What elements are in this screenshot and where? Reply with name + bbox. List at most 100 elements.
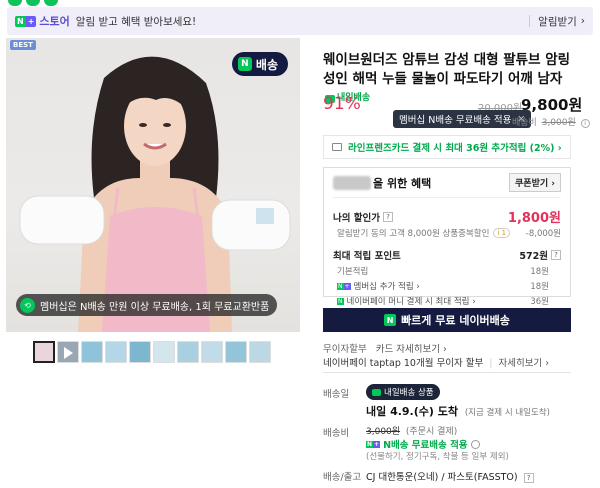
free-shipping-applied: N + N배송 무료배송 적용 [366, 437, 480, 451]
info-icon[interactable] [470, 439, 480, 449]
taptap-details-link[interactable]: 자세히보기 › [498, 358, 549, 369]
my-discount-label: 나의 할인가 [333, 212, 381, 224]
subscribe-alerts-button[interactable]: 알림받기 › [529, 14, 585, 29]
notification-message: 알림 받고 혜택 받아보세요! [75, 15, 197, 28]
benefits-title: 을 위한 혜택 [373, 176, 432, 190]
points-row: 최대 적립 포인트 572원 ? [333, 248, 561, 262]
taptap-row: 네이버페이 taptap 10개월 무이자 할부 | 자세히보기 › [323, 355, 549, 369]
thumbnail-7[interactable] [177, 341, 199, 363]
alert-discount-label: 알림받기 동의 고객 8,000원 상품중복할인 [337, 229, 490, 239]
basic-points-value: 18원 [530, 267, 549, 277]
shipping-fee-label: 배송비 [512, 118, 537, 128]
thumbnail-1[interactable] [33, 341, 55, 363]
delivery-date: 내일 4.9.(수) 도착 (지금 결제 시 내일도착) [366, 403, 550, 419]
product-photo [19, 56, 291, 332]
shipping-fee-struck: 3,000원 [541, 118, 576, 128]
benefits-header: 을 위한 혜택 쿠폰받기 › [333, 168, 561, 198]
truck-icon [372, 388, 381, 396]
shipping-fee-note: (주문시 결제) [405, 427, 458, 437]
courier-label: 배송/출고 [323, 472, 362, 483]
n-delivery-label: 배송 [255, 57, 278, 72]
divider: | [489, 358, 493, 369]
help-icon[interactable]: ? [383, 211, 394, 222]
thumbnail-6[interactable] [153, 341, 175, 363]
points-value: 572원 [519, 251, 548, 262]
product-main-image[interactable]: BEST N 배송 ⟲ 멤버십은 N배송 만원 이상 무료배송, 1회 무료교환… [6, 38, 300, 332]
naver-plus-icon: N + [366, 440, 381, 448]
courier-info: CJ 대한통운(오네) / 파스토(FASSTO) ? [366, 469, 534, 483]
basic-points-label: 기본적립 [337, 267, 369, 277]
courier-text: CJ 대한통운(오네) / 파스토(FASSTO) [366, 472, 518, 483]
subscribe-label: 알림받기 [538, 15, 577, 28]
video-thumbnail[interactable] [57, 341, 79, 363]
thumbnail-10[interactable] [249, 341, 271, 363]
money-points-value: 36원 [530, 297, 549, 307]
help-icon[interactable]: ? [523, 473, 534, 483]
money-points-label: 네이버페이 머니 결제 시 최대 적립 › [346, 297, 476, 307]
naver-delivery-buy-button[interactable]: N 빠르게 무료 네이버배송 [323, 308, 571, 332]
benefits-box: 을 위한 혜택 쿠폰받기 › 나의 할인가 ? 1,800원 알림받기 동의 고… [323, 167, 571, 307]
thumbnail-4[interactable] [105, 341, 127, 363]
naver-pay-icon: N [337, 297, 344, 305]
shipping-fee-label: 배송비 [323, 428, 350, 439]
n-logo-icon: N [384, 314, 397, 326]
card-offer-text: 라인프렌즈카드 결제 시 최대 36원 추가적립 (2%) › [348, 143, 562, 154]
tomorrow-pill-label: 내일배송 상품 [384, 388, 434, 398]
tomorrow-delivery-pill: 내일배송 상품 [366, 384, 440, 400]
blurred-username [333, 175, 371, 190]
product-title-text: 웨이브원더즈 암튜브 감성 대형 팔튜브 암링 성인 해먹 누들 물놀이 파도타… [323, 52, 571, 87]
shipping-fee-line: 3,000원 (주문시 결제) [366, 424, 457, 437]
membership-tooltip: 멤버십 N배송 무료배송 적용 ✕ [393, 110, 532, 128]
membership-banner-text: 멤버십은 N배송 만원 이상 무료배송, 1회 무료교환반품 [40, 301, 270, 313]
naver-plus-icon: N + [337, 282, 351, 290]
free-shipping-exceptions: (선물하기, 정기구독, 착불 등 일부 제외) [366, 452, 509, 462]
best-badge: BEST [10, 40, 36, 50]
info-icon[interactable]: i [580, 119, 590, 128]
divider [529, 15, 531, 27]
thumbnail-3[interactable] [81, 341, 103, 363]
my-discount-row: 나의 할인가 ? 1,800원 [333, 207, 561, 226]
membership-icon: ⟲ [20, 297, 35, 313]
card-offer-bar[interactable]: 라인프렌즈카드 결제 시 최대 36원 추가적립 (2%) › [323, 135, 571, 159]
buy-button-label: 빠르게 무료 네이버배송 [401, 314, 510, 327]
discount-rate: 91% [323, 94, 361, 114]
help-icon[interactable]: ? [551, 250, 561, 260]
delivery-date-label: 배송일 [323, 389, 350, 400]
chevron-right-icon: › [580, 15, 585, 27]
n-delivery-badge: N 배송 [231, 52, 288, 76]
alert-discount-tag: i 1 [493, 228, 511, 238]
alert-discount-row: 알림받기 동의 고객 8,000원 상품중복할인 i 1 -8,000원 [333, 227, 561, 239]
free-shipping-text: N배송 무료배송 적용 [383, 440, 468, 451]
card-icon [332, 143, 342, 151]
naver-plus-store-logo: N + 스토어 [15, 15, 70, 28]
membership-points-label: 멤버십 추가 적립 › [353, 282, 420, 292]
my-discount-value: 1,800원 [507, 211, 561, 226]
delivery-date-text: 내일 4.9.(수) 도착 [366, 405, 458, 418]
thumbnail-strip [33, 341, 271, 363]
membership-banner: ⟲ 멤버십은 N배송 만원 이상 무료배송, 1회 무료교환반품 [16, 294, 278, 316]
membership-points-value: 18원 [530, 282, 549, 292]
shipping-fee-note: 배송비 3,000원 i [512, 115, 590, 128]
taptap-text: 네이버페이 taptap 10개월 무이자 할부 [323, 358, 484, 369]
thumbnail-9[interactable] [225, 341, 247, 363]
section-divider [323, 372, 571, 373]
get-coupon-button[interactable]: 쿠폰받기 › [509, 173, 561, 192]
membership-points-row[interactable]: N + 멤버십 추가 적립 › 18원 [333, 280, 561, 292]
card-details-link[interactable]: 카드 자세히보기 › [376, 344, 447, 355]
installment-row: 무이자할부 카드 자세히보기 › [323, 341, 447, 355]
store-label: 스토어 [39, 15, 70, 28]
tooltip-text: 멤버십 N배송 무료배송 적용 [399, 115, 512, 126]
delivery-date-note: (지금 결제 시 내일도착) [464, 408, 550, 418]
installment-label: 무이자할부 [323, 344, 367, 355]
notification-bar: N + 스토어 알림 받고 혜택 받아보세요! 알림받기 › [7, 7, 593, 35]
shipping-fee-original: 3,000원 [366, 427, 401, 437]
top-partial-tabs [8, 0, 58, 6]
play-icon [64, 347, 73, 359]
thumbnail-8[interactable] [201, 341, 223, 363]
money-points-row[interactable]: N 네이버페이 머니 결제 시 최대 적립 › 36원 [333, 295, 561, 307]
alert-discount-value: -8,000원 [525, 229, 561, 239]
n-logo-icon: N [237, 57, 252, 71]
points-label: 최대 적립 포인트 [333, 251, 401, 262]
thumbnail-5[interactable] [129, 341, 151, 363]
basic-points-row: 기본적립 18원 [333, 265, 561, 277]
